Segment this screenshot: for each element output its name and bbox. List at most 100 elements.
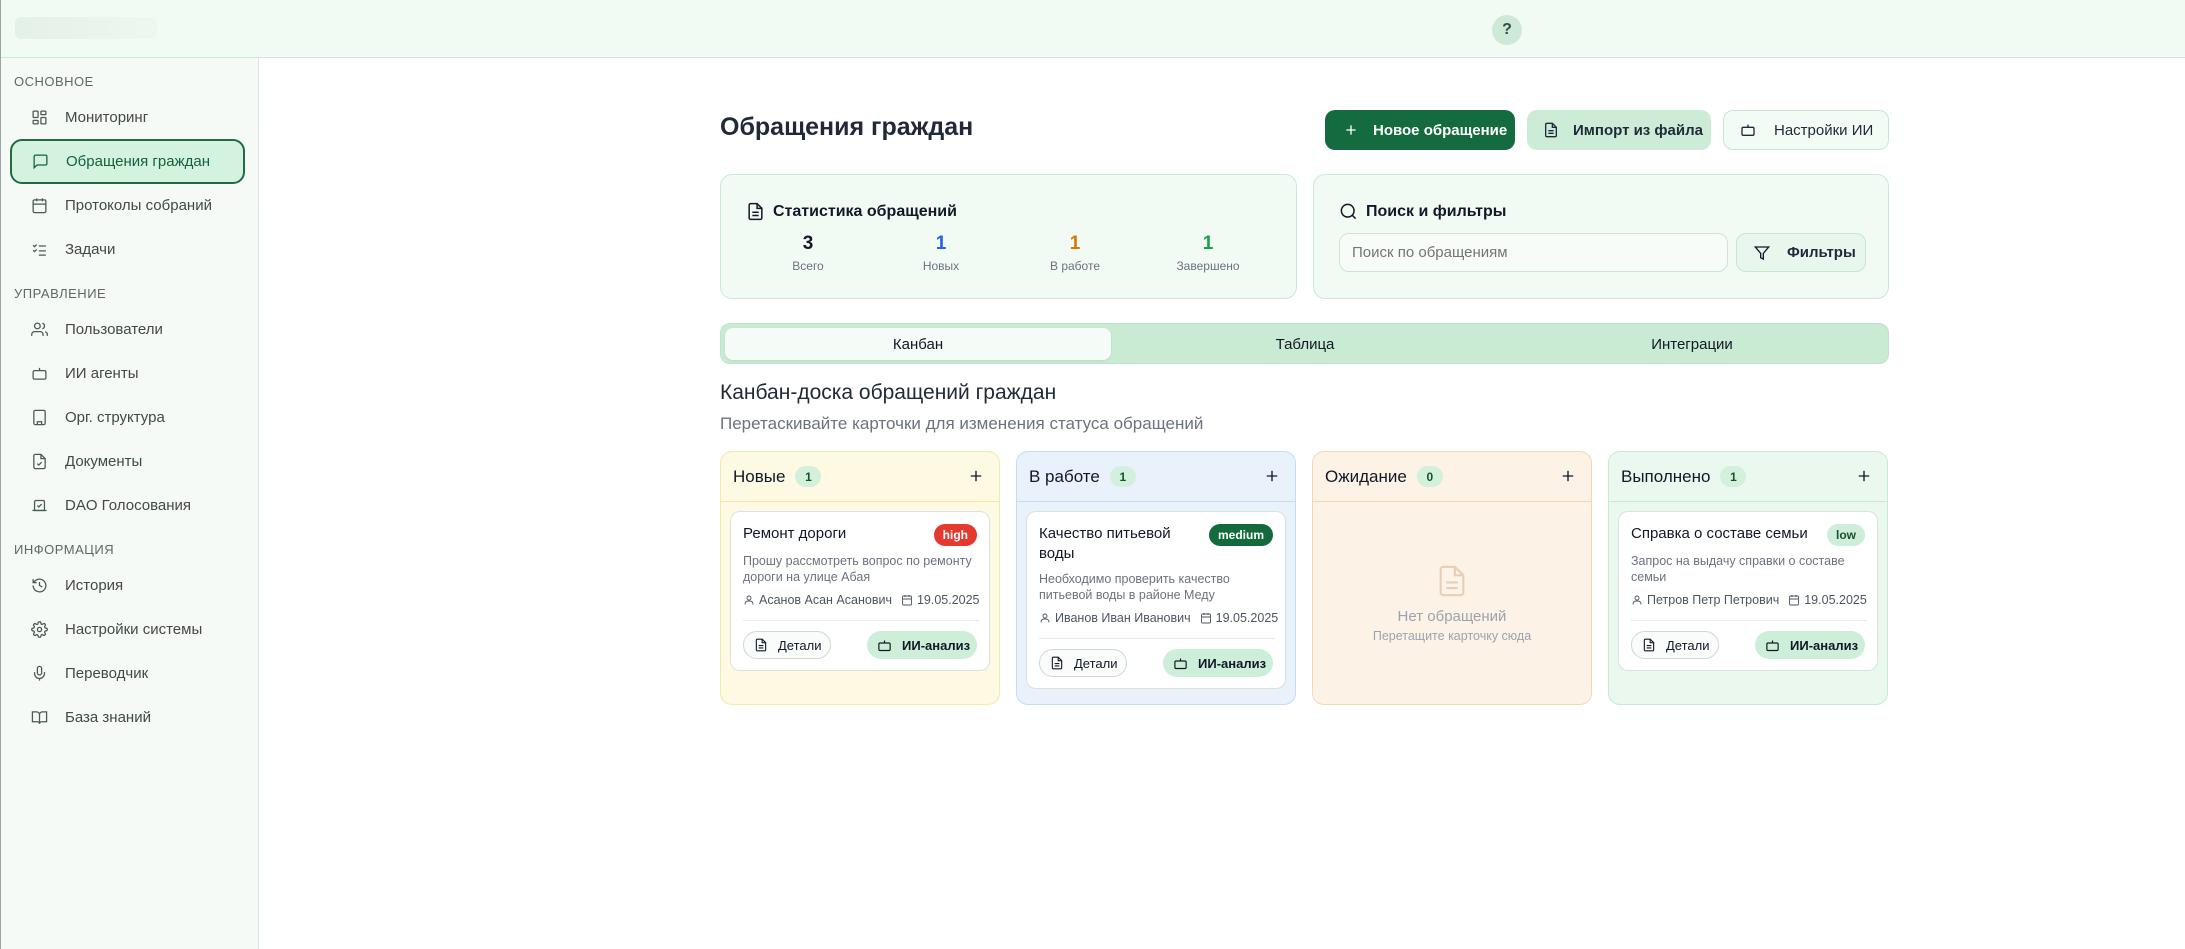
board-subtitle: Перетаскивайте карточки для изменения ст…	[720, 414, 1204, 433]
user-icon	[744, 595, 754, 605]
priority-badge: medium	[1208, 524, 1273, 546]
sidebar-item-label: DAO Голосования	[65, 496, 192, 514]
file-icon	[755, 638, 767, 652]
tab-integrations[interactable]: Интеграции	[1499, 328, 1885, 360]
card-date-text: 19.05.2025	[1215, 611, 1279, 625]
ai-settings-label: Настройки ИИ	[1774, 121, 1874, 139]
checklist-icon	[29, 239, 49, 259]
filters-button[interactable]: Фильтры	[1736, 233, 1866, 272]
card-divider	[743, 620, 979, 621]
sidebar-item-documents[interactable]: Документы	[11, 440, 244, 482]
sidebar-item-label: База знаний	[65, 708, 151, 726]
details-label: Детали	[1074, 655, 1118, 671]
calendar-icon	[29, 195, 49, 215]
plus-icon	[1562, 470, 1574, 482]
card-meta: Петров Петр Петрович 19.05.2025	[1631, 593, 1871, 607]
sidebar-item-monitoring[interactable]: Мониторинг	[11, 96, 244, 138]
sidebar-section-title: ИНФОРМАЦИЯ	[14, 542, 115, 557]
sidebar-item-history[interactable]: История	[11, 564, 244, 606]
ai-analysis-button[interactable]: ИИ-анализ	[867, 631, 977, 659]
add-card-button[interactable]	[967, 467, 985, 485]
column-name: В работе	[1029, 466, 1100, 486]
sidebar-item-label: Документы	[65, 452, 143, 470]
sidebar-item-label: Настройки системы	[65, 620, 203, 638]
details-button[interactable]: Детали	[743, 631, 831, 659]
stat-new: 1 Новых	[891, 233, 991, 273]
ai-analysis-button[interactable]: ИИ-анализ	[1755, 631, 1865, 659]
priority-badge: high	[933, 524, 977, 546]
card-title: Качество питьевой воды	[1039, 525, 1171, 562]
sidebar-item-system-settings[interactable]: Настройки системы	[11, 608, 244, 650]
appeal-card[interactable]: Ремонт дороги high Прошу рассмотреть воп…	[730, 511, 990, 671]
import-file-button[interactable]: Импорт из файла	[1527, 110, 1711, 150]
help-button[interactable]: ?	[1492, 15, 1522, 45]
card-title: Справка о составе семьи	[1631, 525, 1808, 542]
empty-title: Нет обращений	[1397, 608, 1507, 625]
sidebar-item-label: Орг. структура	[65, 408, 165, 426]
file-icon	[1545, 122, 1557, 138]
tab-table[interactable]: Таблица	[1112, 328, 1498, 360]
message-icon	[30, 152, 50, 172]
kanban-column-in-progress: В работе 1 Качество питьевой воды medium…	[1016, 451, 1296, 705]
page-title: Обращения граждан	[720, 113, 974, 141]
app-logo[interactable]	[15, 17, 157, 39]
users-icon	[29, 319, 49, 339]
stat-in-progress: 1 В работе	[1025, 233, 1125, 273]
empty-drop-zone[interactable]: Нет обращений Перетащите карточку сюда	[1313, 502, 1591, 705]
details-label: Детали	[1666, 637, 1710, 653]
kanban-column-new: Новые 1 Ремонт дороги high Прошу рассмот…	[720, 451, 1000, 705]
details-button[interactable]: Детали	[1631, 631, 1719, 659]
add-card-button[interactable]	[1559, 467, 1577, 485]
sidebar-item-label: Задачи	[65, 240, 116, 258]
add-card-button[interactable]	[1855, 467, 1873, 485]
sidebar-section-title: УПРАВЛЕНИЕ	[14, 286, 107, 301]
details-button[interactable]: Детали	[1039, 649, 1127, 677]
sidebar-item-users[interactable]: Пользователи	[11, 308, 244, 350]
stat-label: Завершено	[1176, 259, 1240, 273]
ai-analysis-button[interactable]: ИИ-анализ	[1163, 649, 1273, 677]
sidebar-item-label: Пользователи	[65, 320, 163, 338]
calendar-icon	[1200, 613, 1211, 624]
sidebar-item-tasks[interactable]: Задачи	[11, 228, 244, 270]
tab-kanban[interactable]: Канбан	[725, 328, 1111, 360]
user-icon	[1040, 613, 1050, 623]
column-name: Выполнено	[1621, 466, 1711, 486]
card-meta: Асанов Асан Асанович 19.05.2025	[743, 593, 983, 607]
card-date: 19.05.2025	[1788, 593, 1867, 607]
appeal-card[interactable]: Справка о составе семьи low Запрос на вы…	[1618, 511, 1878, 671]
stat-label: Всего	[792, 259, 824, 273]
new-appeal-button[interactable]: Новое обращение	[1325, 110, 1515, 150]
document-icon	[29, 451, 49, 471]
sidebar-item-translator[interactable]: Переводчик	[11, 652, 244, 694]
book-icon	[29, 707, 49, 727]
column-header: Ожидание 0	[1313, 452, 1591, 502]
sidebar-item-dao-voting[interactable]: DAO Голосования	[11, 484, 244, 526]
kanban-column-done: Выполнено 1 Справка о составе семьи low …	[1608, 451, 1888, 705]
stats-title-text: Статистика обращений	[773, 202, 957, 220]
column-header: Выполнено 1	[1609, 452, 1887, 502]
sidebar-item-citizen-appeals[interactable]: Обращения граждан	[10, 139, 245, 184]
column-header: В работе 1	[1017, 452, 1295, 502]
card-meta: Иванов Иван Иванович 19.05.2025	[1039, 611, 1279, 625]
sidebar-item-label: ИИ агенты	[65, 364, 139, 382]
history-icon	[29, 575, 49, 595]
add-card-button[interactable]	[1263, 467, 1281, 485]
mic-icon	[29, 663, 49, 683]
card-divider	[1039, 638, 1275, 639]
new-appeal-label: Новое обращение	[1373, 121, 1508, 139]
sidebar-item-label: Обращения граждан	[66, 153, 210, 170]
card-date: 19.05.2025	[1200, 611, 1279, 625]
ai-settings-button[interactable]: Настройки ИИ	[1723, 110, 1889, 150]
card-date: 19.05.2025	[901, 593, 980, 607]
filter-icon	[1754, 245, 1770, 260]
import-file-label: Импорт из файла	[1573, 121, 1703, 139]
search-input[interactable]	[1339, 233, 1728, 272]
sidebar-item-ai-agents[interactable]: ИИ агенты	[11, 352, 244, 394]
sidebar-item-meeting-protocols[interactable]: Протоколы собраний	[11, 184, 244, 226]
sidebar-item-knowledge-base[interactable]: База знаний	[11, 696, 244, 738]
bot-icon	[1741, 124, 1755, 136]
sidebar-item-org-structure[interactable]: Орг. структура	[11, 396, 244, 438]
appeal-card[interactable]: Качество питьевой воды medium Необходимо…	[1026, 511, 1286, 689]
stats-card: Статистика обращений 3 Всего 1 Новых 1 В…	[720, 174, 1297, 299]
bot-icon	[1766, 640, 1779, 651]
